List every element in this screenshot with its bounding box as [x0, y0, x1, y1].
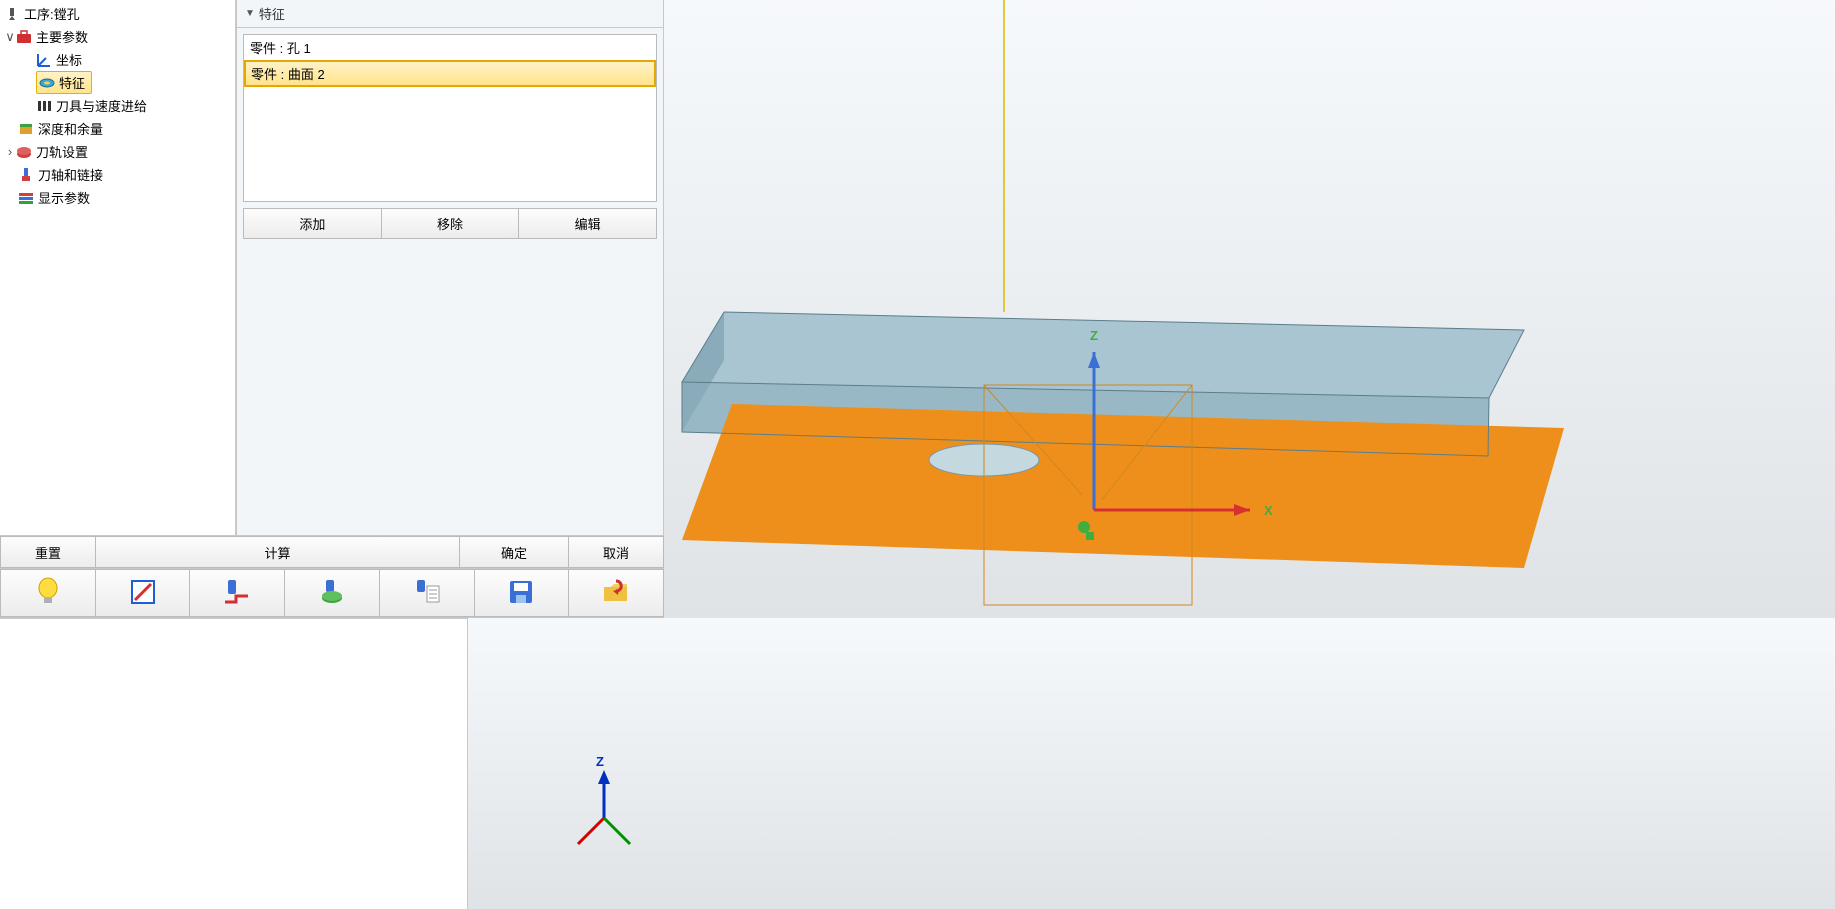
calculate-button[interactable]: 计算 [95, 536, 460, 568]
tree-tool-feed[interactable]: 刀具与速度进给 [0, 94, 235, 117]
toolpath-db-button[interactable] [284, 569, 380, 617]
save-icon [508, 579, 534, 608]
selected-surface[interactable] [682, 404, 1564, 568]
toolpath-icon [16, 144, 32, 160]
display-icon [18, 190, 34, 206]
pin-icon [4, 6, 20, 22]
link-icon [18, 167, 34, 183]
tree-display[interactable]: 显示参数 [0, 186, 235, 209]
bottom-status-area [0, 618, 468, 909]
collapse-triangle-icon: ▼ [245, 8, 255, 19]
toolpath-preview-icon [222, 578, 252, 609]
note-icon [129, 578, 157, 609]
tool-icon-row [0, 568, 664, 618]
hint-button[interactable] [0, 569, 96, 617]
feature-item-label: 零件 : 孔 1 [250, 41, 311, 56]
svg-text:Z: Z [596, 754, 604, 769]
tool-icon [36, 98, 52, 114]
add-button[interactable]: 添加 [243, 208, 382, 239]
feature-item[interactable]: 零件 : 孔 1 [244, 35, 656, 60]
axis-x-label: X [1264, 503, 1273, 518]
feature-list[interactable]: 零件 : 孔 1 零件 : 曲面 2 [243, 34, 657, 202]
open-button[interactable] [568, 569, 664, 617]
tree-feature[interactable]: 特征 [0, 71, 235, 94]
save-button[interactable] [474, 569, 570, 617]
operation-tree-panel: 工序:镗孔 ∨ 主要参数 坐标 特征 [0, 0, 236, 535]
operation-tree[interactable]: 工序:镗孔 ∨ 主要参数 坐标 特征 [0, 0, 235, 211]
tree-axis-link[interactable]: 刀轴和链接 [0, 163, 235, 186]
collapse-icon[interactable]: ∨ [4, 29, 16, 45]
toolbox-icon [16, 29, 32, 45]
toolpath-db-icon [318, 578, 346, 609]
cancel-button[interactable]: 取消 [568, 536, 664, 568]
tree-root[interactable]: 工序:镗孔 [0, 2, 235, 25]
expand-icon[interactable]: › [4, 144, 16, 159]
dialog-button-row: 重置 计算 确定 取消 [0, 535, 664, 568]
reset-button[interactable]: 重置 [0, 536, 96, 568]
axis-icon [36, 52, 52, 68]
tree-coord[interactable]: 坐标 [0, 48, 235, 71]
feature-icon [39, 75, 55, 91]
orientation-indicator: Z [578, 754, 630, 844]
feature-item-selected[interactable]: 零件 : 曲面 2 [244, 60, 656, 87]
toolpath-list-button[interactable] [379, 569, 475, 617]
tree-toolpath-settings[interactable]: › 刀轨设置 [0, 140, 235, 163]
tree-depth[interactable]: 深度和余量 [0, 117, 235, 140]
viewport-3d-lower[interactable]: Z [468, 618, 1835, 909]
ok-button[interactable]: 确定 [459, 536, 569, 568]
viewport-3d-upper[interactable]: Z X [664, 0, 1835, 618]
feature-item-label: 零件 : 曲面 2 [251, 67, 325, 82]
toolpath-preview-button[interactable] [189, 569, 285, 617]
axis-z-label: Z [1090, 328, 1098, 343]
bulb-icon [35, 577, 61, 610]
feature-header-label: 特征 [259, 4, 285, 23]
toolpath-list-icon [413, 578, 441, 609]
note-button[interactable] [95, 569, 191, 617]
tree-main-params[interactable]: ∨ 主要参数 [0, 25, 235, 48]
remove-button[interactable]: 移除 [381, 208, 520, 239]
depth-icon [18, 121, 34, 137]
feature-section-header[interactable]: ▼ 特征 [237, 0, 663, 28]
edit-button[interactable]: 编辑 [518, 208, 657, 239]
feature-actions: 添加 移除 编辑 [243, 208, 657, 239]
open-folder-icon [601, 579, 631, 608]
feature-panel: ▼ 特征 零件 : 孔 1 零件 : 曲面 2 添加 移除 编辑 [236, 0, 664, 618]
